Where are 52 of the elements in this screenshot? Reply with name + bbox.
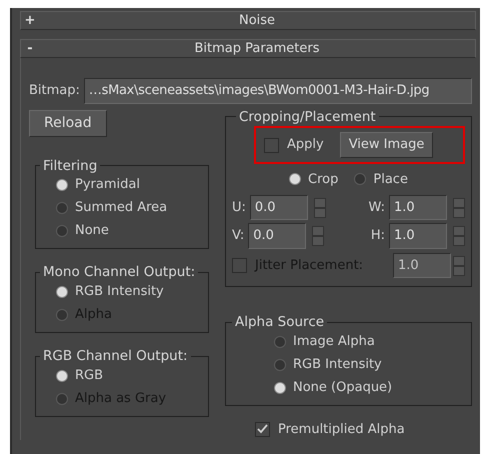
- radio-button[interactable]: [354, 173, 366, 186]
- group-title: Cropping/Placement: [238, 110, 377, 124]
- field-label: U:: [232, 198, 246, 217]
- radio-button[interactable]: [274, 336, 286, 348]
- option-label: None: [75, 222, 109, 240]
- group-title: Filtering: [42, 158, 98, 174]
- expand-toggle[interactable]: -: [21, 38, 39, 58]
- bitmap-label: Bitmap:: [29, 82, 80, 100]
- number-field[interactable]: 1.0: [389, 194, 447, 220]
- field-label: H:: [370, 227, 385, 246]
- rollout-title: Noise: [238, 12, 276, 30]
- radio-button[interactable]: [274, 382, 286, 394]
- option-label: None (Opaque): [293, 378, 392, 397]
- rollout-header[interactable]: + Noise: [20, 11, 476, 30]
- bitmap-path-field[interactable]: …sMax\sceneassets\images\BWom0001-M3-Hair-D.jpg: [84, 78, 472, 104]
- spinner-arrows[interactable]: [453, 226, 465, 246]
- spinner-arrows[interactable]: [314, 198, 326, 218]
- radio-button[interactable]: [56, 178, 68, 191]
- field-label: W:: [368, 198, 385, 217]
- number-field[interactable]: 0.0: [248, 223, 306, 249]
- radio-button[interactable]: [274, 358, 286, 371]
- option-label: Crop: [308, 170, 338, 189]
- view-image-button[interactable]: View Image: [340, 132, 434, 158]
- rollout-header[interactable]: - Bitmap Parameters: [20, 39, 476, 58]
- option-label: Place: [373, 170, 408, 189]
- spinner-arrows[interactable]: [453, 198, 465, 218]
- number-field[interactable]: 1.0: [389, 223, 447, 249]
- checkbox-label: Apply: [287, 136, 324, 154]
- checkbox[interactable]: [264, 138, 279, 153]
- rollout-title: Bitmap Parameters: [193, 40, 321, 58]
- radio-button[interactable]: [56, 202, 68, 214]
- group-title: Mono Channel Output:: [42, 265, 196, 280]
- option-label: RGB Intensity: [75, 282, 164, 301]
- radio-button[interactable]: [289, 173, 302, 186]
- checkbox[interactable]: [255, 422, 270, 438]
- spinner-arrows[interactable]: [312, 226, 324, 246]
- group-title: Alpha Source: [234, 315, 326, 330]
- spinner-arrows[interactable]: [453, 256, 465, 276]
- group-title: RGB Channel Output:: [42, 349, 189, 364]
- option-label: Image Alpha: [293, 332, 375, 351]
- radio-button[interactable]: [56, 286, 68, 298]
- checkbox-label: Premultiplied Alpha: [278, 421, 405, 440]
- expand-toggle[interactable]: +: [21, 10, 39, 30]
- reload-button[interactable]: Reload: [29, 110, 107, 136]
- radio-button[interactable]: [56, 224, 68, 237]
- option-label: RGB Intensity: [293, 356, 382, 374]
- radio-button[interactable]: [56, 370, 68, 382]
- option-label: Summed Area: [75, 199, 168, 218]
- option-label: Pyramidal: [75, 176, 140, 194]
- number-field[interactable]: 0.0: [250, 194, 308, 220]
- option-label: RGB: [75, 366, 104, 385]
- field-label: V:: [232, 227, 244, 246]
